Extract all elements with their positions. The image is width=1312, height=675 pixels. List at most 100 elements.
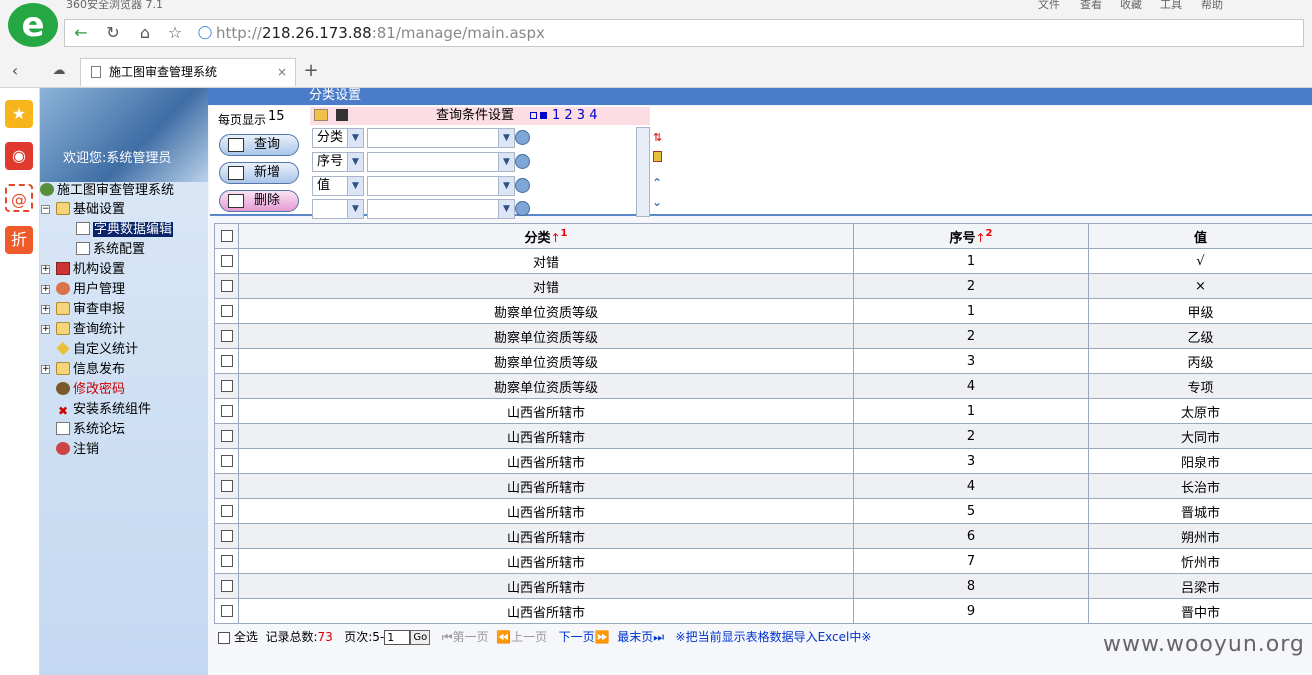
move-down-icon[interactable]: ⌄ bbox=[652, 195, 662, 209]
row-checkbox-cell[interactable] bbox=[214, 473, 239, 499]
checkbox[interactable] bbox=[220, 555, 233, 567]
export-excel-link[interactable]: ※把当前显示表格数据导入Excel中※ bbox=[676, 630, 872, 644]
table-row[interactable]: 勘察单位资质等级 1 甲级 bbox=[214, 298, 1312, 324]
query-field-select[interactable]: 序号 ▼ bbox=[312, 152, 364, 172]
tree-item-basic-settings[interactable]: 基础设置 bbox=[56, 201, 125, 219]
expand-icon[interactable]: + bbox=[41, 305, 50, 314]
expand-icon[interactable]: + bbox=[41, 365, 50, 374]
query-go-icon[interactable] bbox=[515, 201, 530, 216]
query-value-select[interactable]: ▼ bbox=[367, 152, 515, 172]
tree-item-org[interactable]: 机构设置 bbox=[56, 261, 125, 279]
move-up-icon[interactable]: ⌃ bbox=[652, 176, 662, 190]
checkbox[interactable] bbox=[220, 580, 233, 592]
row-checkbox-cell[interactable] bbox=[214, 323, 239, 349]
checkbox[interactable] bbox=[220, 355, 233, 367]
select-all-checkbox[interactable] bbox=[218, 631, 230, 644]
query-go-icon[interactable] bbox=[515, 178, 530, 193]
query-scrollbar[interactable] bbox=[636, 127, 650, 217]
collapse-icon[interactable]: − bbox=[41, 205, 50, 214]
table-row[interactable]: 山西省所辖市 6 朔州市 bbox=[214, 523, 1312, 549]
checkbox[interactable] bbox=[220, 380, 233, 392]
query-field-select[interactable]: ▼ bbox=[312, 199, 364, 219]
checkbox[interactable] bbox=[220, 305, 233, 317]
tree-item-query-stats[interactable]: 查询统计 bbox=[56, 321, 125, 339]
favorites-star-icon[interactable]: ★ bbox=[5, 100, 33, 128]
first-page-link[interactable]: 第一页 bbox=[453, 630, 489, 644]
expand-icon[interactable]: + bbox=[41, 325, 50, 334]
mail-icon[interactable]: @ bbox=[5, 184, 33, 212]
swap-icon[interactable]: ⇅ bbox=[653, 131, 662, 144]
query-field-select[interactable]: 值 ▼ bbox=[312, 176, 364, 196]
tree-item-install[interactable]: ✖ 安装系统组件 bbox=[56, 401, 151, 419]
tree-item-dictionary[interactable]: 字典数据编辑 bbox=[76, 221, 174, 239]
query-page-links[interactable]: 1 2 3 4 bbox=[552, 107, 597, 125]
menu-favorites[interactable]: 收藏 bbox=[1120, 0, 1142, 12]
tab-active[interactable]: 施工图审查管理系统 × bbox=[80, 58, 296, 86]
table-row[interactable]: 山西省所辖市 8 吕梁市 bbox=[214, 573, 1312, 599]
table-row[interactable]: 山西省所辖市 5 晋城市 bbox=[214, 498, 1312, 524]
row-checkbox-cell[interactable] bbox=[214, 523, 239, 549]
row-checkbox-cell[interactable] bbox=[214, 373, 239, 399]
checkbox[interactable] bbox=[220, 230, 233, 242]
row-checkbox-cell[interactable] bbox=[214, 398, 239, 424]
column-header-category[interactable]: 分类↑1 bbox=[238, 223, 854, 249]
tree-item-review[interactable]: 审查申报 bbox=[56, 301, 125, 319]
sidebar-toggle-icon[interactable]: ‹ bbox=[4, 60, 26, 82]
page-input[interactable]: 1 bbox=[384, 630, 411, 645]
query-value-select[interactable]: ▼ bbox=[367, 128, 515, 148]
tree-item-users[interactable]: 用户管理 bbox=[56, 281, 125, 299]
url-text[interactable]: http://218.26.173.88:81/manage/main.aspx bbox=[216, 24, 545, 42]
checkbox[interactable] bbox=[220, 505, 233, 517]
cloud-icon[interactable]: ☁ bbox=[48, 60, 70, 82]
row-checkbox-cell[interactable] bbox=[214, 573, 239, 599]
per-page-input[interactable]: 15 bbox=[266, 109, 300, 127]
checkbox[interactable] bbox=[220, 430, 233, 442]
refresh-icon[interactable]: ↻ bbox=[102, 22, 124, 44]
table-row[interactable]: 勘察单位资质等级 4 专项 bbox=[214, 373, 1312, 399]
table-row[interactable]: 山西省所辖市 7 忻州市 bbox=[214, 548, 1312, 574]
query-field-select[interactable]: 分类 ▼ bbox=[312, 128, 364, 148]
new-tab-button[interactable]: + bbox=[300, 60, 322, 82]
table-row[interactable]: 对错 2 × bbox=[214, 273, 1312, 299]
select-all-label[interactable]: 全选 bbox=[234, 630, 258, 644]
checkbox[interactable] bbox=[220, 280, 233, 292]
row-checkbox-cell[interactable] bbox=[214, 448, 239, 474]
checkbox[interactable] bbox=[220, 405, 233, 417]
tree-root[interactable]: 施工图审查管理系统 bbox=[40, 182, 174, 200]
checkbox[interactable] bbox=[220, 330, 233, 342]
menu-view[interactable]: 查看 bbox=[1080, 0, 1102, 12]
table-row[interactable]: 山西省所辖市 2 大同市 bbox=[214, 423, 1312, 449]
checkbox[interactable] bbox=[220, 530, 233, 542]
column-header-value[interactable]: 值 bbox=[1088, 223, 1312, 249]
table-row[interactable]: 山西省所辖市 3 阳泉市 bbox=[214, 448, 1312, 474]
expand-icon[interactable]: + bbox=[41, 265, 50, 274]
table-row[interactable]: 山西省所辖市 9 晋中市 bbox=[214, 598, 1312, 624]
prev-page-link[interactable]: 上一页 bbox=[511, 630, 547, 644]
menu-help[interactable]: 帮助 bbox=[1201, 0, 1223, 12]
tree-item-change-password[interactable]: 修改密码 bbox=[56, 381, 125, 399]
last-page-link[interactable]: 最末页 bbox=[617, 630, 653, 644]
table-row[interactable]: 山西省所辖市 4 长治市 bbox=[214, 473, 1312, 499]
query-go-icon[interactable] bbox=[515, 130, 530, 145]
row-checkbox-cell[interactable] bbox=[214, 548, 239, 574]
menu-file[interactable]: 文件 bbox=[1038, 0, 1060, 12]
menu-tools[interactable]: 工具 bbox=[1160, 0, 1182, 12]
query-button[interactable]: 查询 bbox=[219, 134, 299, 156]
query-go-icon[interactable] bbox=[515, 154, 530, 169]
tree-item-custom-stats[interactable]: 自定义统计 bbox=[56, 341, 138, 359]
tree-item-logout[interactable]: 注销 bbox=[56, 441, 99, 459]
row-checkbox-cell[interactable] bbox=[214, 298, 239, 324]
home-icon[interactable]: ⌂ bbox=[134, 22, 156, 44]
row-checkbox-cell[interactable] bbox=[214, 498, 239, 524]
table-row[interactable]: 勘察单位资质等级 2 乙级 bbox=[214, 323, 1312, 349]
tree-item-system-config[interactable]: 系统配置 bbox=[76, 241, 145, 259]
discount-icon[interactable]: 折 bbox=[5, 226, 33, 254]
open-folder-icon[interactable] bbox=[314, 109, 328, 121]
table-row[interactable]: 勘察单位资质等级 3 丙级 bbox=[214, 348, 1312, 374]
copy-icon[interactable] bbox=[653, 151, 662, 162]
checkbox[interactable] bbox=[220, 455, 233, 467]
save-icon[interactable] bbox=[336, 109, 348, 121]
row-checkbox-cell[interactable] bbox=[214, 273, 239, 299]
back-icon[interactable]: ← bbox=[70, 22, 92, 44]
tree-item-forum[interactable]: 系统论坛 bbox=[56, 421, 125, 439]
